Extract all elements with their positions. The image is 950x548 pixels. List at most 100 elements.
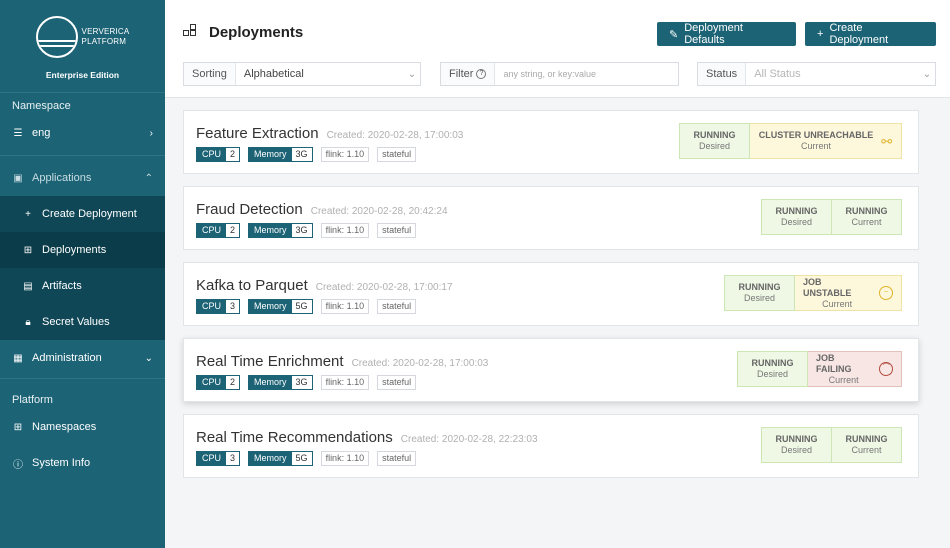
help-icon[interactable]: ? — [476, 69, 487, 79]
desired-state: RUNNING Desired — [737, 351, 808, 387]
sidebar-item-deployments[interactable]: ⊞ Deployments — [0, 232, 165, 268]
flink-version-tag: flink: 1.10 — [320, 147, 370, 162]
sidebar-item-label: Secret Values — [42, 316, 110, 328]
filter-label: Filter — [449, 68, 474, 80]
desired-state: RUNNING Desired — [679, 123, 750, 159]
platform-label: Platform — [12, 394, 53, 406]
info-icon: ⓘ — [13, 459, 23, 471]
sidebar-item-system-info[interactable]: ⓘ System Info — [0, 445, 165, 481]
deployment-created: Created: 2020-02-28, 22:23:03 — [400, 434, 538, 445]
deployment-card[interactable]: Real Time Recommendations Created: 2020-… — [183, 414, 919, 478]
deployment-card[interactable]: Fraud Detection Created: 2020-02-28, 20:… — [183, 186, 919, 250]
applications-submenu: + Create Deployment ⊞ Deployments ▤ Arti… — [0, 196, 165, 340]
sidebar: VERVERICA PLATFORM Enterprise Edition Na… — [0, 0, 165, 548]
deployment-name[interactable]: Real Time Enrichment — [196, 353, 344, 370]
deployment-created: Created: 2020-02-28, 17:00:17 — [315, 282, 453, 293]
namespace-label: Namespace — [12, 100, 71, 112]
memory-tag: Memory 5G — [248, 299, 313, 314]
plus-icon: + — [817, 28, 824, 40]
sidebar-item-create-deployment[interactable]: + Create Deployment — [0, 196, 165, 232]
memory-tag: Memory 3G — [248, 375, 313, 390]
cpu-tag: CPU 2 — [196, 223, 241, 238]
status-select[interactable]: Status All Status ⌄ — [697, 62, 936, 86]
sorting-label: Sorting — [184, 63, 236, 85]
sidebar-item-artifacts[interactable]: ▤ Artifacts — [0, 268, 165, 304]
cpu-tag: CPU 3 — [196, 299, 241, 314]
file-icon: ▤ — [23, 280, 33, 292]
desired-state: RUNNING Desired — [761, 427, 832, 463]
memory-tag: Memory 3G — [248, 223, 313, 238]
deployment-created: Created: 2020-02-28, 17:00:03 — [326, 130, 464, 141]
current-state: JOB FAILING Current ⌒ — [808, 351, 902, 387]
mode-tag: stateful — [377, 375, 417, 390]
deployment-card[interactable]: Kafka to Parquet Created: 2020-02-28, 17… — [183, 262, 919, 326]
window-icon: ▣ — [13, 172, 23, 184]
deployment-defaults-button[interactable]: ✎ Deployment Defaults — [657, 22, 796, 46]
cpu-tag: CPU 2 — [196, 375, 241, 390]
sidebar-item-secret-values[interactable]: 🔒︎ Secret Values — [0, 304, 165, 340]
sidebar-item-label: System Info — [32, 457, 91, 469]
sidebar-item-label: Artifacts — [42, 280, 82, 292]
flink-version-tag: flink: 1.10 — [320, 451, 370, 466]
sidebar-item-label: Namespaces — [32, 421, 97, 433]
brand-name-line2: PLATFORM — [81, 37, 127, 46]
chevron-right-icon: › — [149, 127, 153, 139]
chevron-down-icon: ⌄ — [407, 68, 417, 80]
plus-icon: + — [25, 208, 31, 220]
current-state: RUNNING Current — [832, 427, 902, 463]
create-deployment-button[interactable]: + Create Deployment — [805, 22, 936, 46]
sidebar-item-label: Deployments — [42, 244, 107, 256]
admin-icon: ▦ — [13, 352, 23, 364]
cpu-tag: CPU 2 — [196, 147, 241, 162]
current-state: JOB UNSTABLE Current – — [795, 275, 902, 311]
status-group: RUNNING Desired JOB FAILING Current ⌒ — [737, 351, 902, 387]
chevron-down-icon: ⌄ — [144, 352, 153, 364]
mode-tag: stateful — [377, 299, 417, 314]
sad-face-icon: ⌒ — [879, 362, 893, 376]
filter-input[interactable]: Filter ? any string, or key:value — [440, 62, 679, 86]
chevron-up-icon: ⌃ — [144, 172, 153, 184]
status-group: RUNNING Desired JOB UNSTABLE Current – — [724, 275, 902, 311]
lock-icon: 🔒︎ — [25, 316, 31, 328]
administration-label: Administration — [32, 352, 102, 364]
edit-icon: ✎ — [669, 28, 679, 41]
flink-version-tag: flink: 1.10 — [320, 375, 370, 390]
deployment-name[interactable]: Real Time Recommendations — [196, 429, 393, 446]
cpu-tag: CPU 3 — [196, 451, 241, 466]
deployment-created: Created: 2020-02-28, 20:42:24 — [310, 206, 448, 217]
sidebar-item-namespaces[interactable]: ⊞ Namespaces — [0, 409, 165, 445]
deployments-icon: ⊞ — [23, 244, 33, 256]
page-title: Deployments — [209, 24, 304, 41]
mode-tag: stateful — [377, 451, 417, 466]
grid-icon: ⊞ — [13, 421, 23, 433]
status-group: RUNNING Desired RUNNING Current — [761, 427, 902, 463]
list-icon: ☰ — [13, 127, 23, 139]
current-state: CLUSTER UNREACHABLE Current ⚯ — [750, 123, 902, 159]
button-label: Create Deployment — [829, 22, 889, 46]
sidebar-item-administration[interactable]: ▦ Administration ⌄ — [0, 340, 165, 376]
deployment-name[interactable]: Kafka to Parquet — [196, 277, 308, 294]
mode-tag: stateful — [377, 223, 417, 238]
desired-state: RUNNING Desired — [761, 199, 832, 235]
sidebar-item-label: Create Deployment — [42, 208, 137, 220]
applications-label: Applications — [32, 172, 92, 184]
namespace-selector[interactable]: ☰ eng › — [0, 115, 165, 151]
status-group: RUNNING Desired CLUSTER UNREACHABLE Curr… — [679, 123, 902, 159]
status-label: Status — [698, 63, 747, 85]
desired-state: RUNNING Desired — [724, 275, 795, 311]
edition-label: Enterprise Edition — [45, 70, 120, 80]
deployment-card[interactable]: Real Time Enrichment Created: 2020-02-28… — [183, 338, 919, 402]
sidebar-item-applications[interactable]: ▣ Applications ⌃ — [0, 160, 165, 196]
deployment-name[interactable]: Fraud Detection — [196, 201, 303, 218]
brand-logo[interactable]: VERVERICA PLATFORM Enterprise Edition — [0, 0, 165, 92]
namespace-value: eng — [32, 127, 51, 139]
sorting-select[interactable]: Sorting Alphabetical ⌄ — [183, 62, 421, 86]
deployment-name[interactable]: Feature Extraction — [196, 125, 319, 142]
neutral-face-icon: – — [879, 286, 893, 300]
main-content: Deployments ✎ Deployment Defaults + Crea… — [165, 0, 950, 548]
mode-tag: stateful — [377, 147, 417, 162]
sorting-value: Alphabetical — [243, 68, 304, 80]
deployments-icon — [183, 23, 199, 41]
deployment-card[interactable]: Feature Extraction Created: 2020-02-28, … — [183, 110, 919, 174]
status-placeholder: All Status — [754, 68, 801, 80]
